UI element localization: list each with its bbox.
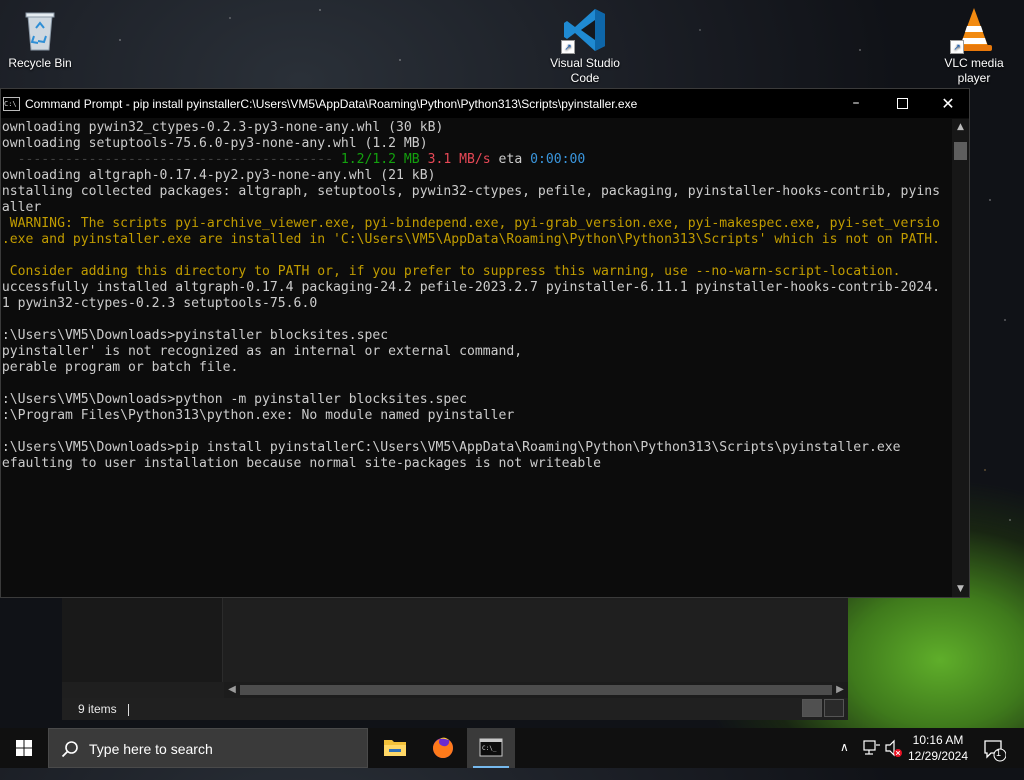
title-bar[interactable]: C:\ Command Prompt - pip install pyinsta… xyxy=(1,89,969,118)
desktop-icon-label: Recycle Bin xyxy=(8,56,72,70)
console-line: 'pyinstaller' is not recognized as an in… xyxy=(1,344,523,359)
search-box[interactable]: Type here to search xyxy=(48,728,368,768)
search-icon xyxy=(61,741,78,758)
scrollbar-thumb[interactable] xyxy=(954,142,967,160)
show-hidden-icons-chevron-icon[interactable]: ∧ xyxy=(840,740,849,780)
desktop-icon-vscode[interactable]: ↗ Visual Studio Code xyxy=(545,6,625,86)
volume-muted-icon[interactable] xyxy=(884,728,904,768)
scroll-right-icon[interactable]: ▶ xyxy=(832,682,848,698)
vertical-scrollbar[interactable]: ▲ ▼ xyxy=(952,119,969,597)
desktop-icon-recycle-bin[interactable]: Recycle Bin xyxy=(0,6,80,71)
console-output[interactable]: Downloading pywin32_ctypes-0.2.3-py3-non… xyxy=(1,119,952,597)
recycle-bin-icon xyxy=(16,6,64,54)
close-button[interactable]: ✕ xyxy=(925,89,971,118)
windows-logo-icon xyxy=(16,740,32,756)
text-cursor xyxy=(128,703,130,716)
shortcut-arrow-icon: ↗ xyxy=(561,40,575,54)
network-icon[interactable] xyxy=(862,728,882,768)
download-speed: 3.1 MB/s xyxy=(427,152,491,167)
clock-date: 12/29/2024 xyxy=(907,749,969,763)
console-line: Consider adding this directory to PATH o… xyxy=(1,264,901,279)
vscode-icon: ↗ xyxy=(561,6,609,54)
console-line: Installing collected packages: altgraph,… xyxy=(1,184,940,199)
cmd-icon: C:\ xyxy=(3,96,20,111)
svg-text:C:\_: C:\_ xyxy=(482,745,497,752)
large-icons-view-button[interactable] xyxy=(824,699,844,717)
details-view-button[interactable] xyxy=(802,699,822,717)
shortcut-arrow-icon: ↗ xyxy=(950,40,964,54)
scroll-left-icon[interactable]: ◀ xyxy=(224,682,240,698)
taskbar-app-command-prompt[interactable]: C:\_ xyxy=(467,728,515,768)
notification-count: 1 xyxy=(996,748,1002,758)
console-line: operable program or batch file. xyxy=(1,360,239,375)
minimize-button[interactable]: – xyxy=(833,89,879,118)
taskbar-app-file-explorer[interactable] xyxy=(371,728,419,768)
progress-bar: ---------------------------------------- xyxy=(1,152,341,167)
vlc-icon: ↗ xyxy=(950,6,998,54)
window-title: Command Prompt - pip install pyinstaller… xyxy=(25,96,638,111)
taskbar-app-firefox[interactable] xyxy=(419,728,467,768)
system-clock[interactable]: 10:16 AM 12/29/2024 xyxy=(905,732,971,764)
scroll-down-icon[interactable]: ▼ xyxy=(952,581,969,597)
horizontal-scrollbar[interactable]: ◀ ▶ xyxy=(224,682,848,698)
cmd-icon: C:\_ xyxy=(479,738,503,757)
eta-label: eta xyxy=(490,152,531,167)
console-line: Downloading altgraph-0.17.4-py2.py3-none… xyxy=(1,168,436,183)
console-line: taller xyxy=(1,200,42,215)
console-line: Downloading setuptools-75.6.0-py3-none-a… xyxy=(1,136,428,151)
maximize-button[interactable] xyxy=(879,89,925,118)
console-line: C:\Users\VM5\Downloads>pip install pyins… xyxy=(1,440,901,455)
console-line: n.exe and pyinstaller.exe are installed … xyxy=(1,232,940,247)
command-prompt-window[interactable]: C:\ Command Prompt - pip install pyinsta… xyxy=(0,88,970,598)
start-button[interactable] xyxy=(0,728,48,768)
console-line: C:\Program Files\Python313\python.exe: N… xyxy=(1,408,515,423)
console-line: WARNING: The scripts pyi-archive_viewer.… xyxy=(1,216,940,231)
search-placeholder: Type here to search xyxy=(89,741,213,757)
console-line: Defaulting to user installation because … xyxy=(1,456,601,471)
folder-icon xyxy=(384,740,406,756)
desktop-icon-label: Visual Studio Code xyxy=(550,56,620,85)
navigation-pane[interactable] xyxy=(62,590,223,682)
item-count: 9 items xyxy=(78,702,117,716)
scrollbar-thumb[interactable] xyxy=(240,685,832,695)
download-amount: 1.2/1.2 MB xyxy=(340,152,420,167)
notification-center-icon[interactable]: 1 xyxy=(982,728,1007,768)
console-line: C:\Users\VM5\Downloads>python -m pyinsta… xyxy=(1,392,467,407)
scroll-up-icon[interactable]: ▲ xyxy=(952,119,969,135)
taskbar: Type here to search C:\_ ∧ 10:16 AM 12/2… xyxy=(0,728,1024,768)
status-bar: 9 items xyxy=(62,698,848,720)
clock-time: 10:16 AM xyxy=(912,733,964,747)
desktop-icon-vlc[interactable]: ↗ VLC media player xyxy=(934,6,1014,86)
desktop-icon-label: VLC media player xyxy=(944,56,1004,85)
console-progress-line: ----------------------------------------… xyxy=(1,152,952,168)
firefox-icon xyxy=(433,737,453,758)
console-line: Downloading pywin32_ctypes-0.2.3-py3-non… xyxy=(1,120,444,135)
console-line: Successfully installed altgraph-0.17.4 p… xyxy=(1,280,940,295)
file-explorer-window[interactable]: ◀ ▶ 9 items xyxy=(62,590,848,720)
console-line: 11 pywin32-ctypes-0.2.3 setuptools-75.6.… xyxy=(1,296,318,311)
console-line: C:\Users\VM5\Downloads>pyinstaller block… xyxy=(1,328,389,343)
eta-value: 0:00:00 xyxy=(530,152,586,167)
